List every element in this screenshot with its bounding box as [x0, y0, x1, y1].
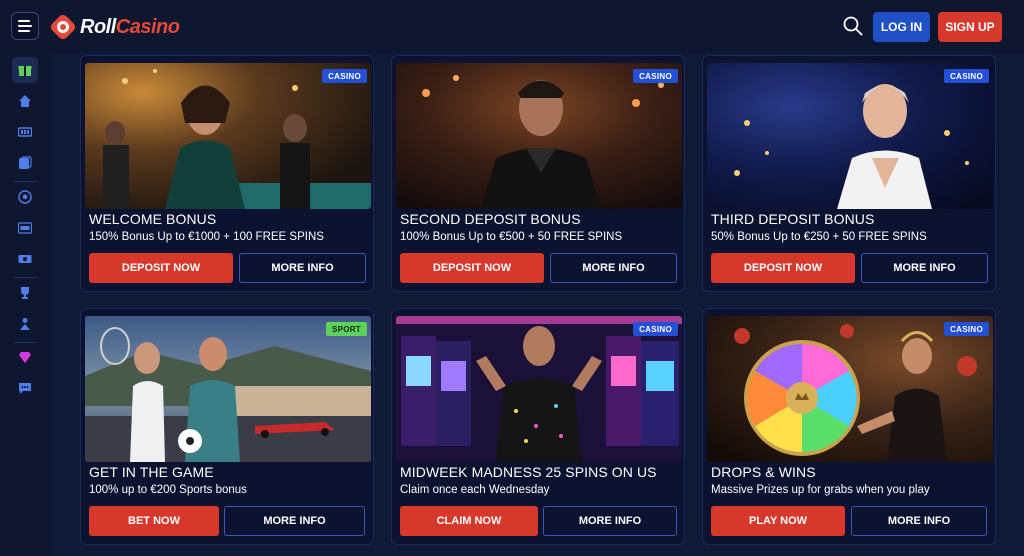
slots-icon: [18, 127, 32, 137]
sidebar-item-leaderboard[interactable]: [12, 311, 38, 337]
promo-image-casino-woman: CASINO: [85, 63, 371, 209]
bet-now-button[interactable]: BET NOW: [89, 506, 219, 536]
category-badge: CASINO: [633, 322, 678, 336]
more-info-button[interactable]: MORE INFO: [224, 506, 365, 536]
promo-title: THIRD DEPOSIT BONUS: [711, 211, 875, 227]
more-info-button[interactable]: MORE INFO: [550, 253, 677, 283]
promo-card-third-deposit: CASINO THIRD DEPOSIT BONUS 50% Bonus Up …: [702, 55, 996, 292]
logo-mark-icon: [50, 14, 76, 40]
promo-subtitle: 100% up to €200 Sports bonus: [89, 484, 247, 496]
promo-card-welcome-bonus: CASINO WELCOME BONUS 150% Bonus Up to €1…: [80, 55, 374, 292]
soccer-ball-icon: [18, 190, 32, 204]
promo-subtitle: 100% Bonus Up to €500 + 50 FREE SPINS: [400, 231, 623, 243]
sidebar-item-promotions[interactable]: [12, 57, 38, 83]
promo-card-get-in-the-game: SPORT GET IN THE GAME 100% up to €200 Sp…: [80, 308, 374, 545]
trophy-icon: [21, 287, 29, 299]
category-badge: CASINO: [944, 69, 989, 83]
search-icon[interactable]: [842, 15, 864, 37]
live-icon: [18, 222, 32, 234]
top-header: RollCasino LOG IN SIGN UP: [0, 0, 1024, 53]
sidebar-item-sports[interactable]: [12, 184, 38, 210]
sidebar-item-live-casino[interactable]: [12, 150, 38, 176]
promo-title: GET IN THE GAME: [89, 464, 214, 480]
category-badge: SPORT: [325, 322, 367, 336]
more-info-button[interactable]: MORE INFO: [851, 506, 987, 536]
claim-now-button[interactable]: CLAIM NOW: [400, 506, 538, 536]
promo-image-prize-wheel: CASINO: [707, 316, 993, 462]
promo-subtitle: 150% Bonus Up to €1000 + 100 FREE SPINS: [89, 231, 324, 243]
sidebar-divider: [14, 342, 38, 343]
promo-card-drops-and-wins: CASINO DROPS & WINS Massive Prizes up fo…: [702, 308, 996, 545]
promo-image-casino-blonde-woman: CASINO: [707, 63, 993, 209]
deposit-now-button[interactable]: DEPOSIT NOW: [400, 253, 544, 283]
promo-title: WELCOME BONUS: [89, 211, 217, 227]
category-badge: CASINO: [322, 69, 367, 83]
promo-title: DROPS & WINS: [711, 464, 816, 480]
promo-subtitle: Claim once each Wednesday: [400, 484, 550, 496]
more-info-button[interactable]: MORE INFO: [543, 506, 677, 536]
sidebar-item-live-betting[interactable]: [12, 215, 38, 241]
sidebar-item-vip[interactable]: [12, 344, 38, 370]
sidebar-item-chat[interactable]: [12, 375, 38, 401]
sidebar-item-slots[interactable]: [12, 119, 38, 145]
tournament-icon: [20, 318, 30, 330]
play-now-button[interactable]: PLAY NOW: [711, 506, 845, 536]
deposit-now-button[interactable]: DEPOSIT NOW: [711, 253, 855, 283]
more-info-button[interactable]: MORE INFO: [239, 253, 366, 283]
promo-subtitle: Massive Prizes up for grabs when you pla…: [711, 484, 930, 496]
sidebar: [0, 53, 52, 556]
logo-text-roll: Roll: [80, 15, 116, 38]
logo-text-casino: Casino: [115, 15, 180, 38]
promo-title: MIDWEEK MADNESS 25 SPINS ON US: [400, 464, 657, 480]
category-badge: CASINO: [944, 322, 989, 336]
signup-button[interactable]: SIGN UP: [938, 12, 1002, 42]
sidebar-divider: [14, 277, 38, 278]
sidebar-item-tournaments[interactable]: [12, 280, 38, 306]
more-info-button[interactable]: MORE INFO: [861, 253, 988, 283]
promo-image-casino-man: CASINO: [396, 63, 682, 209]
deposit-now-button[interactable]: DEPOSIT NOW: [89, 253, 233, 283]
live-casino-icon: [19, 156, 32, 169]
gift-icon: [18, 66, 32, 76]
promo-card-midweek-madness: CASINO MIDWEEK MADNESS 25 SPINS ON US Cl…: [391, 308, 685, 545]
chat-icon: [19, 383, 31, 394]
category-badge: CASINO: [633, 69, 678, 83]
promo-title: SECOND DEPOSIT BONUS: [400, 211, 581, 227]
roll-casino-logo[interactable]: RollCasino: [50, 13, 180, 41]
promo-image-slots-man: CASINO: [396, 316, 682, 462]
promo-card-second-deposit: CASINO SECOND DEPOSIT BONUS 100% Bonus U…: [391, 55, 685, 292]
home-icon: [19, 95, 31, 107]
sidebar-item-virtuals[interactable]: [12, 246, 38, 272]
sidebar-divider: [14, 181, 38, 182]
hamburger-menu-icon[interactable]: [11, 12, 39, 40]
promo-subtitle: 50% Bonus Up to €250 + 50 FREE SPINS: [711, 231, 927, 243]
sidebar-item-home[interactable]: [12, 88, 38, 114]
vip-diamond-icon: [19, 352, 31, 363]
promo-image-sports: SPORT: [85, 316, 371, 462]
login-button[interactable]: LOG IN: [873, 12, 930, 42]
ticket-icon: [18, 255, 32, 263]
